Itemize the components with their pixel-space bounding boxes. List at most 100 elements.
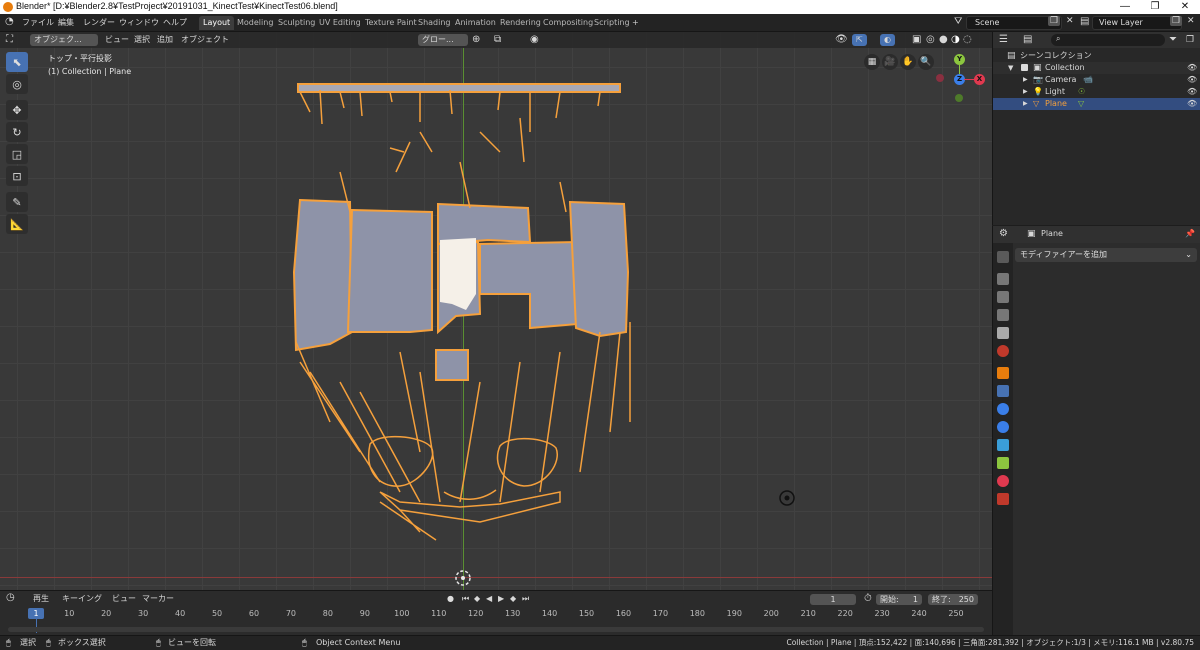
tab-layout[interactable]: Layout	[199, 16, 235, 30]
camera-visibility-icon[interactable]: 👁	[1187, 74, 1197, 86]
shading-solid-icon[interactable]: ●	[939, 34, 948, 46]
tab-rendering[interactable]: Rendering	[496, 16, 545, 30]
collection-visibility-icon[interactable]: 👁	[1187, 62, 1197, 74]
outliner-collection[interactable]: ▼ ▣ Collection 👁	[993, 62, 1200, 74]
outliner-item-light[interactable]: ▶ 💡 Light ☉ 👁	[993, 86, 1200, 98]
new-scene-icon[interactable]: ❐	[1048, 16, 1061, 26]
gizmo-neg-y-axis[interactable]	[955, 94, 963, 102]
new-view-layer-icon[interactable]: ❐	[1170, 16, 1183, 26]
add-workspace-button[interactable]: +	[628, 16, 643, 30]
prev-keyframe-icon[interactable]: ◆	[474, 593, 480, 605]
modifier-tab-icon[interactable]	[997, 385, 1009, 397]
kinect-mesh[interactable]	[0, 32, 992, 590]
timeline-scrollbar[interactable]	[8, 627, 984, 632]
close-button[interactable]: ✕	[1170, 0, 1200, 14]
expand-icon[interactable]: ▶	[1023, 98, 1028, 110]
texture-tab-icon[interactable]	[997, 493, 1009, 505]
gizmo-neg-x-axis[interactable]	[936, 74, 944, 82]
toggle-quad-view-icon[interactable]: ▦	[864, 54, 880, 70]
outliner-scene-collection[interactable]: ▤ シーンコレクション	[993, 50, 1200, 62]
expand-icon[interactable]: ▼	[1008, 62, 1013, 74]
timeline-view-menu[interactable]: ビュー	[112, 593, 136, 605]
plane-visibility-icon[interactable]: 👁	[1187, 98, 1197, 110]
tool-tab-icon[interactable]	[997, 251, 1009, 263]
timeline[interactable]: 1102030405060708090100110120130140150160…	[0, 607, 992, 635]
timeline-editor-icon[interactable]: ◷	[6, 592, 15, 604]
checkbox-icon[interactable]	[1021, 64, 1028, 71]
outliner-editor-icon[interactable]: ☰	[999, 34, 1008, 46]
view-layer-selector[interactable]: View Layer	[1092, 16, 1182, 30]
move-tool-icon[interactable]: ✥	[6, 100, 28, 120]
blender-menu-icon[interactable]: ◔	[5, 16, 14, 27]
proportional-edit-icon[interactable]: ◉	[530, 34, 539, 46]
particles-tab-icon[interactable]	[997, 403, 1009, 415]
snap-icon[interactable]: ⧉	[494, 34, 501, 46]
pin-icon[interactable]: 📌	[1185, 228, 1195, 240]
next-keyframe-icon[interactable]: ◆	[510, 593, 516, 605]
play-icon[interactable]: ▶	[498, 593, 504, 605]
keying-menu[interactable]: キーイング	[62, 593, 102, 605]
menu-help[interactable]: ヘルプ	[163, 17, 187, 28]
camera-view-icon[interactable]: 🎥	[882, 54, 898, 70]
menu-view[interactable]: ビュー	[105, 34, 129, 46]
view-layer-tab-icon[interactable]	[997, 309, 1009, 321]
gizmo-toggle-icon[interactable]: ⇱	[852, 34, 867, 46]
start-frame-field[interactable]: 開始: 1	[876, 594, 922, 605]
menu-window[interactable]: ウィンドウ	[119, 17, 159, 28]
shading-rendered-icon[interactable]: ◌	[963, 34, 972, 46]
menu-add[interactable]: 追加	[157, 34, 173, 46]
current-frame-field[interactable]: 1	[810, 594, 856, 605]
measure-tool-icon[interactable]: 📐	[6, 214, 28, 234]
scene-tab-icon[interactable]	[997, 327, 1009, 339]
menu-file[interactable]: ファイル	[22, 17, 54, 28]
new-collection-icon[interactable]: ❐	[1186, 34, 1194, 46]
data-tab-icon[interactable]	[997, 457, 1009, 469]
delete-scene-icon[interactable]: ✕	[1066, 16, 1074, 26]
play-reverse-icon[interactable]: ◀	[486, 593, 492, 605]
menu-edit[interactable]: 編集	[58, 17, 74, 28]
current-frame-indicator[interactable]: 1	[28, 608, 44, 619]
outliner-search-input[interactable]: ⌕	[1051, 34, 1165, 46]
menu-select[interactable]: 選択	[134, 34, 150, 46]
render-tab-icon[interactable]	[997, 273, 1009, 285]
expand-icon[interactable]: ▶	[1023, 86, 1028, 98]
marker-menu[interactable]: マーカー	[142, 593, 174, 605]
menu-object[interactable]: オブジェクト	[181, 34, 229, 46]
overlay-toggle-icon[interactable]: ◐	[880, 34, 895, 46]
3d-viewport[interactable]: ⛶ オブジェク... ビュー 選択 追加 オブジェクト グロー... ⊕ ⧉ ◉…	[0, 32, 992, 590]
properties-editor-icon[interactable]: ⚙	[999, 228, 1008, 240]
select-tool-icon[interactable]: ⬉	[6, 52, 28, 72]
visibility-icon[interactable]: 👁	[835, 34, 848, 46]
xray-icon[interactable]: ▣	[912, 34, 921, 46]
tab-uv-editing[interactable]: UV Editing	[315, 16, 365, 30]
scale-tool-icon[interactable]: ◲	[6, 144, 28, 164]
jump-end-icon[interactable]: ⏭	[522, 593, 529, 605]
mode-selector[interactable]: オブジェク...	[30, 34, 98, 46]
menu-render[interactable]: レンダー	[83, 17, 115, 28]
expand-icon[interactable]: ▶	[1023, 74, 1028, 86]
cursor-tool-icon[interactable]: ◎	[6, 74, 28, 94]
shading-wireframe-icon[interactable]: ◎	[926, 34, 935, 46]
orientation-selector[interactable]: グロー...	[418, 34, 468, 46]
annotate-tool-icon[interactable]: ✎	[6, 192, 28, 212]
tab-texture-paint[interactable]: Texture Paint	[361, 16, 421, 30]
light-visibility-icon[interactable]: 👁	[1187, 86, 1197, 98]
material-tab-icon[interactable]	[997, 475, 1009, 487]
object-tab-icon[interactable]	[997, 367, 1009, 379]
rotate-tool-icon[interactable]: ↻	[6, 122, 28, 142]
minimize-button[interactable]: —	[1110, 0, 1140, 14]
gizmo-x-axis[interactable]: X	[974, 74, 985, 85]
filter-icon[interactable]: ⏷	[1169, 34, 1177, 46]
tab-animation[interactable]: Animation	[451, 16, 500, 30]
world-tab-icon[interactable]	[997, 345, 1009, 357]
outliner-item-camera[interactable]: ▶ 📷 Camera 📹 👁	[993, 74, 1200, 86]
output-tab-icon[interactable]	[997, 291, 1009, 303]
tab-sculpting[interactable]: Sculpting	[274, 16, 319, 30]
display-mode-icon[interactable]: ▤	[1023, 34, 1032, 46]
restore-button[interactable]: ❐	[1140, 0, 1170, 14]
navigation-gizmo[interactable]: Y Z X	[920, 52, 990, 142]
playback-menu[interactable]: 再生	[33, 593, 49, 605]
jump-start-icon[interactable]: ⏮	[462, 593, 469, 605]
physics-tab-icon[interactable]	[997, 421, 1009, 433]
delete-view-layer-icon[interactable]: ✕	[1187, 16, 1195, 26]
